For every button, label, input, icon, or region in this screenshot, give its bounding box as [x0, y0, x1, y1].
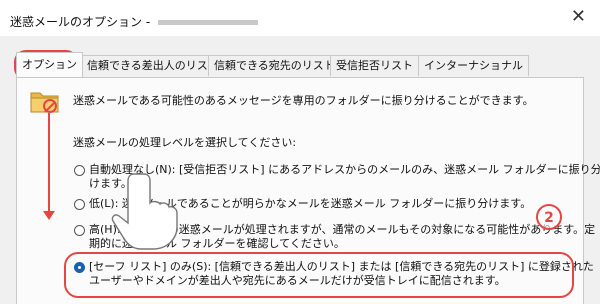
tab-blocked-senders[interactable]: 受信拒否リスト: [330, 55, 419, 76]
tab-strip: オプション 信頼できる差出人のリスト 信頼できる宛先のリスト 受信拒否リスト イ…: [16, 52, 596, 77]
tab-safe-recipients[interactable]: 信頼できる宛先のリスト: [208, 55, 341, 76]
panel-description: 迷惑メールである可能性のあるメッセージを専用のフォルダーに振り分けることができま…: [73, 94, 534, 107]
radio-no-automatic[interactable]: [74, 165, 85, 176]
title-bar: 迷惑メールのオプション - ✕: [0, 0, 600, 36]
radio-low[interactable]: [74, 199, 85, 210]
annotation-arrow-head: [43, 211, 55, 220]
step-number-badge: 2: [536, 204, 562, 230]
annotation-arrow: [48, 113, 50, 213]
level-label: 迷惑メールの処理レベルを選択してください:: [73, 136, 297, 149]
prohibited-icon: [43, 99, 57, 113]
tab-options[interactable]: オプション: [16, 52, 83, 77]
window-title-text: 迷惑メールのオプション -: [10, 15, 151, 29]
tab-international[interactable]: インターナショナル: [418, 55, 529, 76]
tab-safe-senders[interactable]: 信頼できる差出人のリスト: [81, 55, 225, 76]
highlight-safe-lists-option: [64, 252, 574, 298]
redacted-account: [158, 20, 259, 25]
radio-high[interactable]: [74, 225, 85, 236]
close-button[interactable]: ✕: [571, 8, 586, 26]
window-title: 迷惑メールのオプション -: [10, 13, 259, 30]
pointing-hand-icon: [111, 173, 178, 250]
